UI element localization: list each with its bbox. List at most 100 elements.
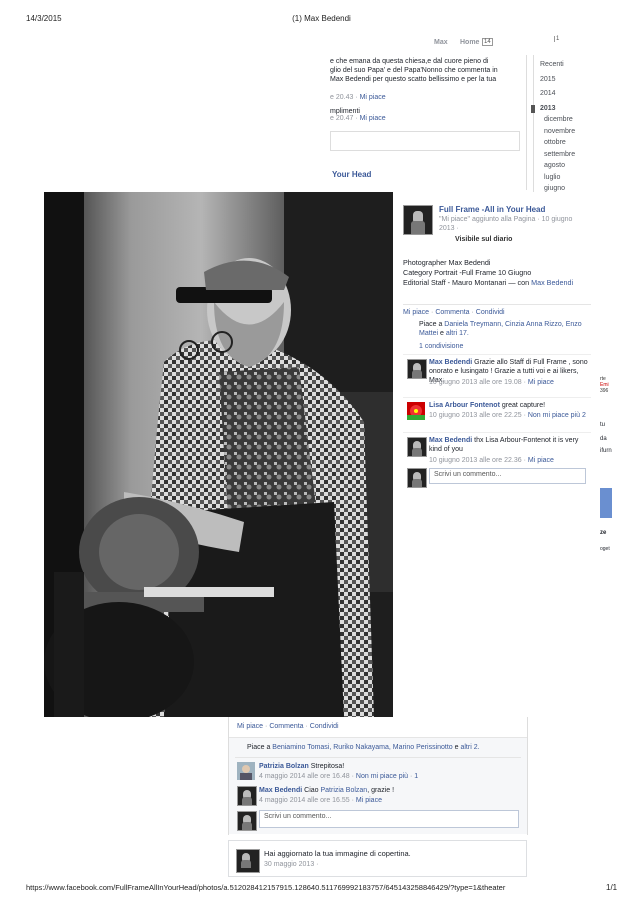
comment-action[interactable]: Commenta <box>435 309 469 316</box>
year-item-2014[interactable]: 2014 <box>540 88 575 100</box>
like-action[interactable]: Mi piace <box>237 723 263 730</box>
like-link[interactable]: Mi piace <box>360 94 386 101</box>
month-item[interactable]: dicembre <box>540 114 575 126</box>
fragment-text: oget <box>600 546 610 552</box>
commenter-avatar[interactable] <box>407 437 427 457</box>
likes-prefix: Piace a <box>419 321 445 328</box>
action-bar: Mi piace · Commenta · Condividi <box>237 723 339 730</box>
like-action[interactable]: Mi piace <box>403 309 429 316</box>
fragment-text: ifurn <box>600 448 612 454</box>
likers-links[interactable]: Beniamino Tomasi, Ruriko Nakayama, Marin… <box>272 744 452 751</box>
comment-author[interactable]: Patrizia Bolzan <box>259 763 309 770</box>
theater-photo[interactable] <box>44 192 393 717</box>
caption-line: Photographer Max Bedendi <box>403 258 491 267</box>
page-name-link[interactable]: Full Frame -All in Your Head <box>439 205 545 214</box>
my-avatar <box>237 811 257 831</box>
comment-author[interactable]: Max Bedendi <box>259 787 302 794</box>
commenter-avatar[interactable] <box>407 402 425 420</box>
comment-time: e 20.43 <box>330 94 354 101</box>
post-text-line: glio del suo Papa' e del Papa'Nonno che … <box>330 67 498 74</box>
story-date[interactable]: 30 maggio 2013 · <box>264 861 318 868</box>
person-photo-icon <box>237 762 255 780</box>
comment-author[interactable]: Lisa Arbour Fontenot <box>429 402 500 409</box>
comment-unlike-link[interactable]: Non mi piace più <box>528 412 580 419</box>
tag-link[interactable]: Max Bedendi <box>531 278 573 287</box>
fragment-text: 396 <box>600 388 609 394</box>
like-count[interactable]: 1 <box>414 773 418 780</box>
print-title: (1) Max Bedendi <box>292 14 351 23</box>
right-column-fragment: rte Emi 396 tu da ifurn ze oget <box>598 360 643 560</box>
background-post: e che emana da questa chiesa,e dal cuore… <box>330 55 527 190</box>
visibility-label: Visibile sul diario <box>455 236 513 243</box>
photo-illustration <box>44 192 393 717</box>
more-likers-link[interactable]: altri 2. <box>460 744 479 751</box>
page-avatar[interactable] <box>403 205 433 235</box>
more-likers-link[interactable]: altri 17. <box>446 330 469 337</box>
share-action[interactable]: Condividi <box>310 723 339 730</box>
month-item[interactable]: ottobre <box>540 137 575 149</box>
shares-link[interactable]: 1 condivisione <box>419 343 463 350</box>
caption-line: Editorial Staff - Mauro Montanari — con <box>403 278 532 287</box>
comment: Lisa Arbour Fontenot great capture! 10 g… <box>403 397 591 420</box>
mention-link[interactable]: Patrizia Bolzan <box>320 787 367 794</box>
flower-icon <box>407 405 425 420</box>
ad-image-fragment[interactable] <box>600 488 612 518</box>
action-bar: Mi piace · Commenta · Condividi <box>403 304 591 316</box>
month-item[interactable]: novembre <box>540 126 575 138</box>
year-item-recenti[interactable]: Recenti <box>540 59 575 71</box>
comment-text: , grazie ! <box>367 787 395 794</box>
likes-and: e <box>438 330 446 337</box>
notification-count[interactable]: 1 <box>554 36 559 42</box>
timeline-post: Mi piace · Commenta · Condividi Piace a … <box>228 717 528 835</box>
likes-summary: Piace a Beniamino Tomasi, Ruriko Nakayam… <box>247 744 480 751</box>
post-subtitle: "Mi piace" aggiunto alla Pagina · 10 giu… <box>439 216 573 232</box>
fragment-text: ze <box>600 530 607 536</box>
comment-text: mplimenti <box>330 108 360 115</box>
year-sidebar: Recenti 2015 2014 2013 dicembre novembre… <box>531 55 604 201</box>
comment-action[interactable]: Commenta <box>269 723 303 730</box>
likes-summary: Piace a Daniela Treymann, Cinzia Anna Ri… <box>419 320 591 338</box>
year-item-2013[interactable]: 2013 <box>540 103 575 115</box>
nav-user[interactable]: Max <box>434 39 448 46</box>
comment-time: e 20.47 <box>330 115 354 122</box>
page-link-fragment[interactable]: Your Head <box>332 170 371 179</box>
post-text-line: e che emana da questa chiesa,e dal cuore… <box>330 58 489 65</box>
commenter-avatar[interactable] <box>407 359 427 379</box>
nav-home[interactable]: Home <box>460 39 479 46</box>
sidebar-scroll-indicator <box>531 105 535 113</box>
like-count[interactable]: 2 <box>582 412 586 419</box>
theater-panel: Full Frame -All in Your Head "Mi piace" … <box>393 192 598 492</box>
comment-unlike-link[interactable]: Non mi piace più <box>356 773 408 780</box>
story-text: Hai aggiornato la tua immagine di copert… <box>264 849 411 858</box>
share-action[interactable]: Condividi <box>476 309 505 316</box>
comment-input[interactable]: Scrivi un commento... <box>259 810 519 828</box>
fragment-text: da <box>600 436 607 442</box>
comment-text: Ciao <box>304 787 321 794</box>
comment-meta: 10 giugno 2013 alle ore 22.25 · <box>429 412 528 419</box>
month-item[interactable]: settembre <box>540 149 575 161</box>
comment-input[interactable]: Scrivi un commento... <box>429 468 586 484</box>
comment-box-fragment[interactable] <box>330 131 520 151</box>
commenter-avatar[interactable] <box>237 786 257 806</box>
comment-author[interactable]: Max Bedendi <box>429 437 472 444</box>
month-item[interactable]: luglio <box>540 172 575 184</box>
comment-like-link[interactable]: Mi piace <box>528 379 554 386</box>
comment-meta: 4 maggio 2014 alle ore 16.48 · <box>259 773 356 780</box>
month-item[interactable]: agosto <box>540 160 575 172</box>
comment-meta: 4 maggio 2014 alle ore 16.55 · <box>259 797 356 804</box>
comment-text: Strepitosa! <box>310 763 345 770</box>
fragment-text: tu <box>600 422 606 428</box>
comment: Max Bedendi thx Lisa Arbour-Fontenot it … <box>403 432 591 464</box>
comment-text: great capture! <box>501 402 546 409</box>
comment-meta: 10 giugno 2013 alle ore 22.36 · <box>429 457 528 464</box>
home-count-badge: 14 <box>482 38 493 46</box>
year-item-2015[interactable]: 2015 <box>540 74 575 86</box>
author-avatar[interactable] <box>236 849 260 873</box>
photo-caption: Photographer Max Bedendi Category Portra… <box>403 258 573 288</box>
comment-like-link[interactable]: Mi piace <box>356 797 382 804</box>
comment-author[interactable]: Max Bedendi <box>429 359 472 366</box>
like-link[interactable]: Mi piace <box>360 115 386 122</box>
post-text-line: Max Bedendi per questo scatto bellissimo… <box>330 76 497 83</box>
comment-like-link[interactable]: Mi piace <box>528 457 554 464</box>
commenter-avatar[interactable] <box>237 762 255 780</box>
